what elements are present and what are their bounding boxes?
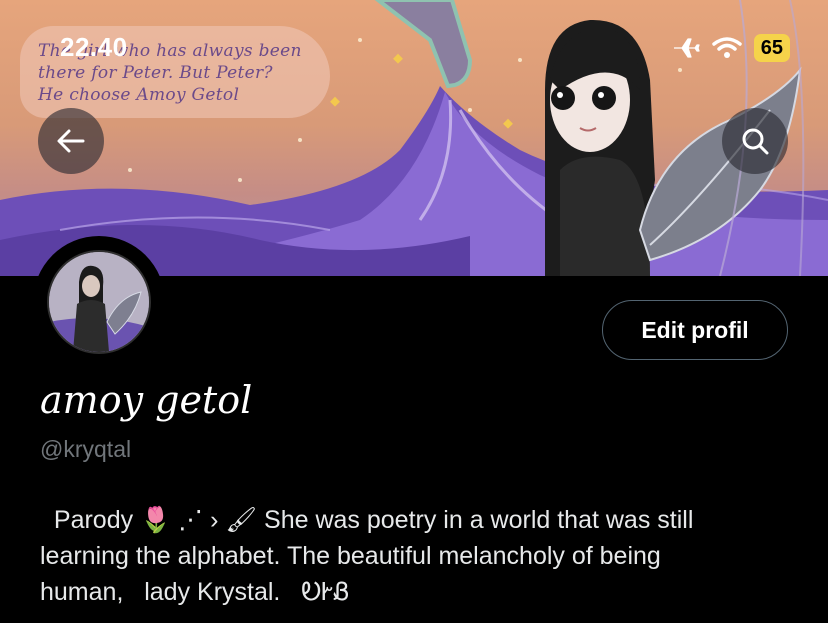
airplane-icon	[673, 38, 700, 58]
avatar[interactable]	[47, 250, 151, 354]
bio-line: human, lady Krystal. ᎧᎨᏰ	[40, 578, 350, 606]
status-time: 22.40	[60, 32, 128, 62]
status-icons: 65	[672, 34, 790, 62]
profile-banner[interactable]: The girl who has always been there for P…	[0, 0, 828, 276]
profile-bio: Parody 🌷 ⋰ › 🖌 She was poetry in a world…	[40, 502, 800, 610]
bio-line: Parody 🌷 ⋰ › 🖌 She was poetry in a world…	[40, 506, 694, 534]
avatar-image	[49, 252, 149, 352]
edit-profile-button[interactable]: Edit profil	[602, 300, 788, 360]
arrow-left-icon	[57, 129, 85, 153]
display-name: amoy getol	[40, 378, 253, 422]
battery-icon: 65	[753, 34, 790, 62]
avatar-container[interactable]	[33, 236, 165, 368]
bio-line: learning the alphabet. The beautiful mel…	[40, 542, 661, 570]
back-button[interactable]	[38, 108, 104, 174]
user-handle: @kryqtal	[40, 436, 132, 462]
search-button[interactable]	[722, 108, 788, 174]
wifi-icon	[712, 37, 742, 58]
search-icon	[742, 128, 769, 155]
quote-line: He choose Amoy Getol	[38, 85, 240, 105]
quote-line: there for Peter. But Peter?	[38, 63, 273, 83]
